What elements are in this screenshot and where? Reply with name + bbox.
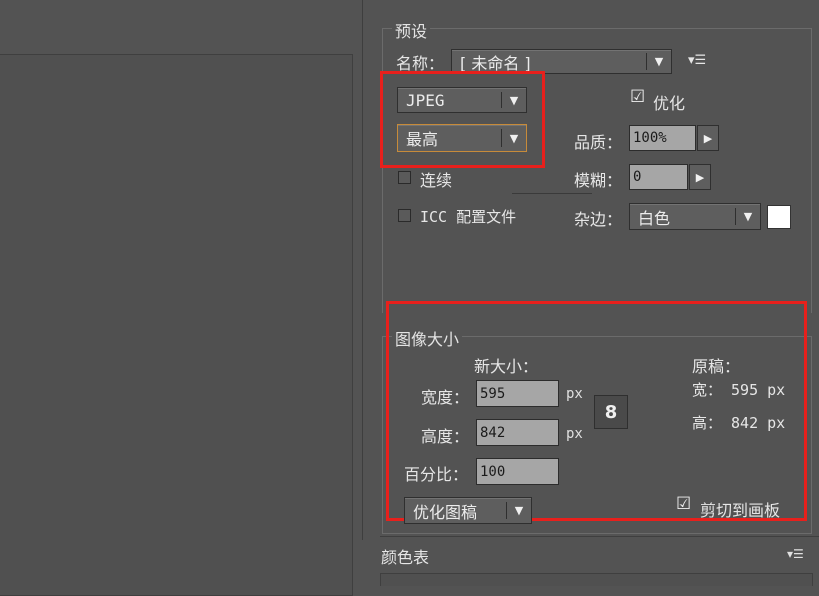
preset-name-value: [ 未命名 ] xyxy=(460,53,531,73)
divider xyxy=(380,536,819,537)
height-input[interactable]: 842 xyxy=(476,419,559,446)
matte-value: 白色 xyxy=(638,208,671,228)
link-chain-icon: 8 xyxy=(604,401,618,423)
quality-stepper[interactable]: ▶ xyxy=(697,125,719,151)
format-value: JPEG xyxy=(406,90,445,110)
original-width: 宽： 595 px xyxy=(692,381,786,399)
flyout-menu-icon[interactable]: ▾☰ xyxy=(688,53,706,68)
icc-checkbox[interactable] xyxy=(398,209,411,222)
blur-label: 模糊： xyxy=(574,171,623,190)
quality-input[interactable]: 100% xyxy=(629,125,696,151)
tooltip-line xyxy=(512,193,592,194)
flyout-menu-icon[interactable]: ▾☰ xyxy=(787,547,804,561)
matte-label: 杂边： xyxy=(574,210,623,229)
format-highlight-box xyxy=(380,71,545,168)
clip-to-artboard-checkbox[interactable]: ☑ xyxy=(676,496,691,513)
matte-select[interactable]: 白色 ▼ xyxy=(629,203,761,230)
clip-to-artboard-label: 剪切到画板 xyxy=(700,501,781,520)
optimize-checkbox[interactable]: ☑ xyxy=(630,89,645,106)
original-height: 高： 842 px xyxy=(692,414,786,432)
chevron-down-icon: ▼ xyxy=(743,210,753,223)
quality-level-value: 最高 xyxy=(406,130,439,149)
icc-label: ICC 配置文件 xyxy=(420,208,517,226)
color-table-title: 颜色表 xyxy=(381,548,430,567)
chevron-down-icon: ▼ xyxy=(654,55,664,68)
color-table-area xyxy=(380,573,813,586)
image-size-legend: 图像大小 xyxy=(392,326,463,350)
blur-input[interactable]: 0 xyxy=(629,164,688,190)
chevron-down-icon: ▼ xyxy=(514,504,524,517)
width-unit: px xyxy=(566,386,583,402)
preview-canvas xyxy=(0,54,353,596)
constrain-proportions-button[interactable]: 8 xyxy=(594,395,628,429)
chevron-right-icon: ▶ xyxy=(703,131,713,145)
height-label: 高度： xyxy=(421,427,470,446)
quality-label: 品质： xyxy=(574,133,623,152)
format-select[interactable]: JPEG ▼ xyxy=(397,87,527,113)
original-label: 原稿： xyxy=(692,357,741,376)
percent-input[interactable]: 100 xyxy=(476,458,559,485)
chevron-down-icon: ▼ xyxy=(509,131,519,145)
width-input[interactable]: 595 xyxy=(476,380,559,407)
blur-stepper[interactable]: ▶ xyxy=(689,164,711,190)
chevron-right-icon: ▶ xyxy=(695,170,705,184)
quality-level-select[interactable]: 最高 ▼ xyxy=(397,124,527,152)
matte-color-swatch[interactable] xyxy=(767,205,791,229)
height-unit: px xyxy=(566,426,583,442)
width-label: 宽度： xyxy=(421,388,470,407)
optimize-label: 优化 xyxy=(653,94,686,113)
continuous-label: 连续 xyxy=(420,171,453,190)
new-size-label: 新大小： xyxy=(474,357,539,376)
percent-label: 百分比： xyxy=(404,465,469,484)
preset-legend: 预设 xyxy=(392,18,431,42)
resample-value: 优化图稿 xyxy=(413,502,478,522)
chevron-down-icon: ▼ xyxy=(509,93,519,107)
continuous-checkbox[interactable] xyxy=(398,171,411,184)
resample-select[interactable]: 优化图稿 ▼ xyxy=(404,497,532,524)
